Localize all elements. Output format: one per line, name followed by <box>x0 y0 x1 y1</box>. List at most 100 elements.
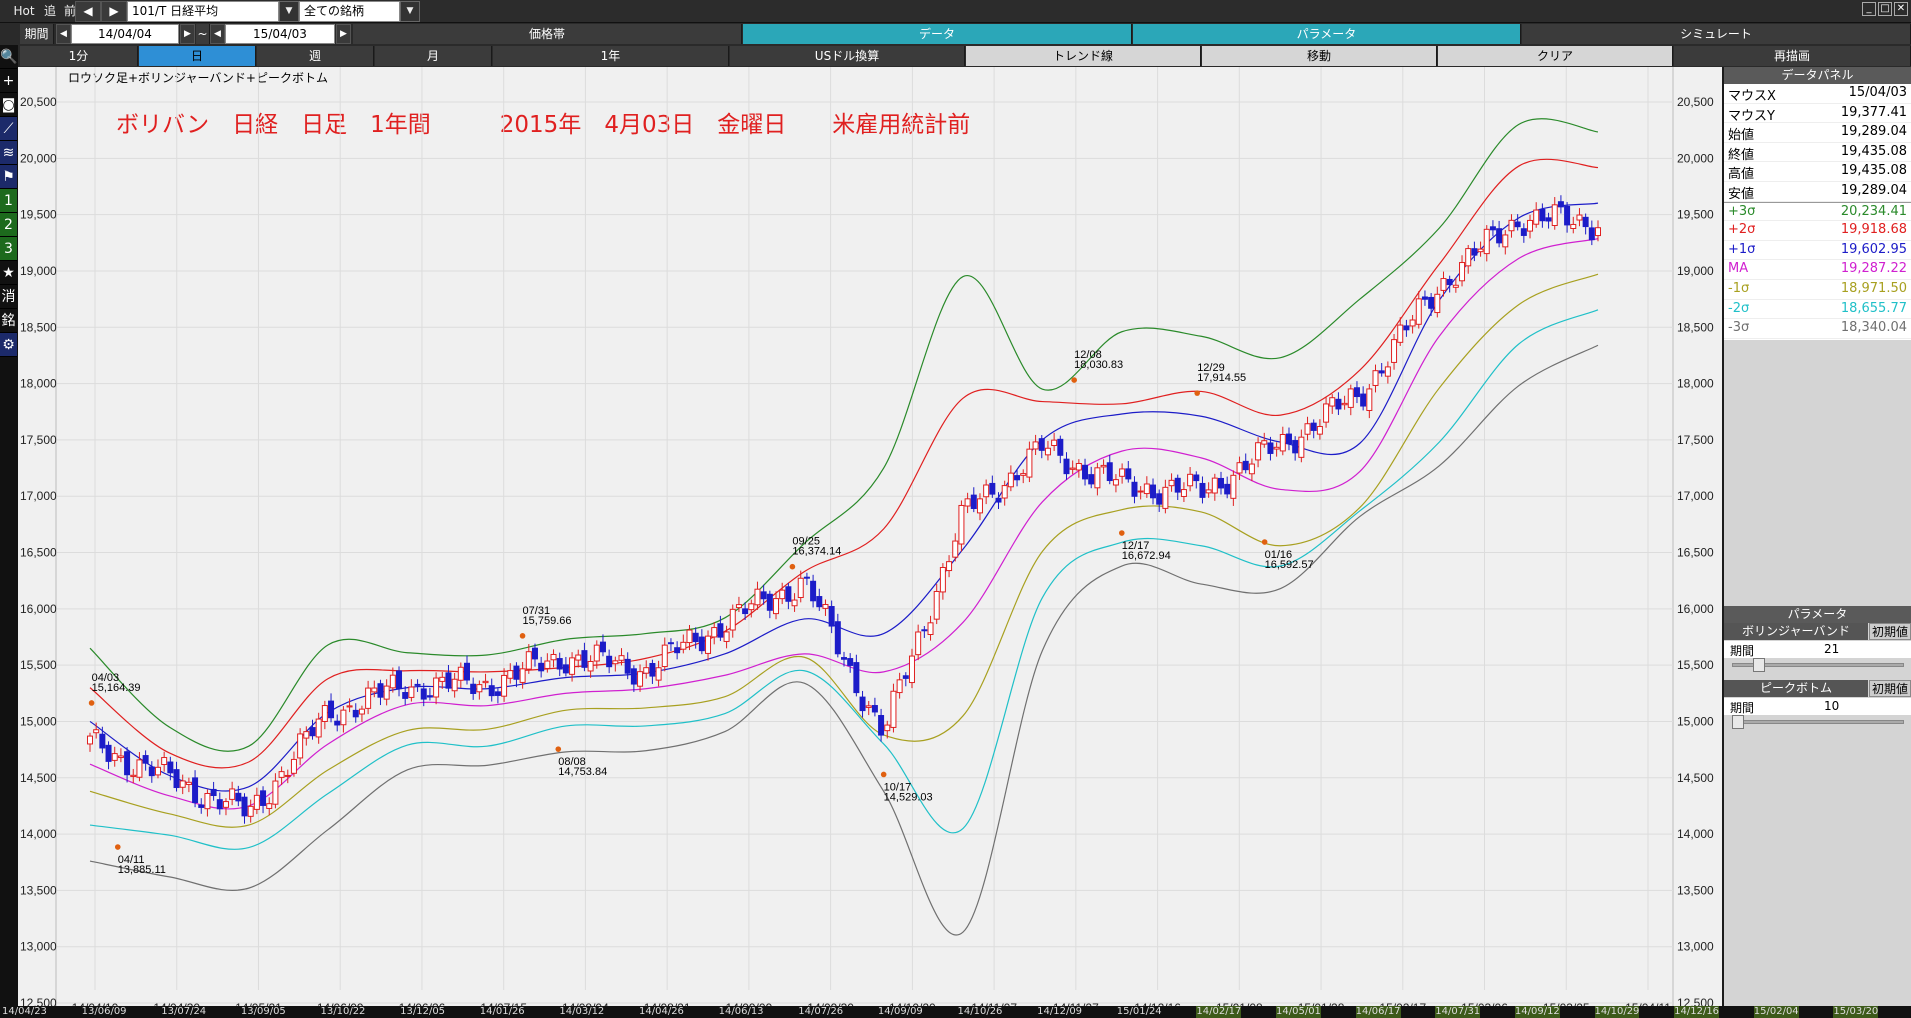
candle-body[interactable] <box>995 497 1002 503</box>
candle-body[interactable] <box>1180 489 1187 497</box>
candle-body[interactable] <box>1125 468 1132 480</box>
brand-icon[interactable]: 銘 <box>0 309 17 333</box>
range-end-right-icon[interactable]: ▶ <box>336 24 351 44</box>
candle-body[interactable] <box>1465 248 1472 267</box>
candle-body[interactable] <box>717 623 724 638</box>
candle-body[interactable] <box>1434 293 1441 314</box>
candle-body[interactable] <box>773 598 780 615</box>
candle-body[interactable] <box>865 705 872 708</box>
period-day-button[interactable]: 日 <box>139 46 256 66</box>
maximize-icon[interactable]: □ <box>1878 2 1892 16</box>
candle-body[interactable] <box>674 647 681 654</box>
candle-body[interactable] <box>426 695 433 698</box>
candle-body[interactable] <box>1044 447 1051 456</box>
tab-data[interactable]: データ <box>743 24 1132 44</box>
chevron-down-icon[interactable]: ▼ <box>279 1 299 22</box>
candle-body[interactable] <box>1088 474 1095 485</box>
candle-body[interactable] <box>1100 464 1107 468</box>
candle-body[interactable] <box>593 644 600 662</box>
tab-price-zone[interactable]: 価格帯 <box>353 24 742 44</box>
candle-body[interactable] <box>1335 398 1342 410</box>
tab-parameter[interactable]: パラメータ <box>1133 24 1521 44</box>
candle-body[interactable] <box>575 654 582 661</box>
candle-body[interactable] <box>1366 388 1373 411</box>
candle-body[interactable] <box>1459 262 1466 282</box>
candle-body[interactable] <box>1069 467 1076 470</box>
candle-body[interactable] <box>1471 248 1478 256</box>
peak-period-value[interactable]: 10 <box>1824 699 1839 713</box>
crosshair-icon[interactable]: + <box>0 69 17 93</box>
candle-body[interactable] <box>946 561 953 572</box>
redraw-button[interactable]: 再描画 <box>1674 46 1911 66</box>
candle-body[interactable] <box>624 658 631 674</box>
candle-body[interactable] <box>241 796 248 817</box>
candle-body[interactable] <box>1162 486 1169 509</box>
candle-body[interactable] <box>779 589 786 600</box>
candle-body[interactable] <box>525 651 532 670</box>
candle-body[interactable] <box>705 635 712 654</box>
candle-body[interactable] <box>927 622 934 635</box>
candle-body[interactable] <box>346 705 353 708</box>
candle-body[interactable] <box>494 691 501 696</box>
candle-body[interactable] <box>822 604 829 609</box>
candle-body[interactable] <box>667 642 674 645</box>
candle-body[interactable] <box>154 766 161 776</box>
candle-body[interactable] <box>396 670 403 690</box>
candle-body[interactable] <box>420 688 427 700</box>
candle-body[interactable] <box>754 588 761 606</box>
candle-body[interactable] <box>1026 448 1033 478</box>
candle-body[interactable] <box>161 757 168 766</box>
candle-body[interactable] <box>637 671 644 687</box>
candle-body[interactable] <box>711 627 718 638</box>
candle-body[interactable] <box>476 684 483 693</box>
candle-body[interactable] <box>1527 219 1534 232</box>
candle-body[interactable] <box>1409 319 1416 327</box>
candle-body[interactable] <box>544 660 551 669</box>
candle-body[interactable] <box>587 660 594 672</box>
candle-body[interactable] <box>878 715 885 736</box>
candle-body[interactable] <box>1582 216 1589 228</box>
range-end-left-icon[interactable]: ◀ <box>210 24 225 44</box>
candle-body[interactable] <box>921 629 928 632</box>
slot-3-icon[interactable]: 3 <box>0 237 17 261</box>
candle-body[interactable] <box>1150 484 1157 499</box>
candle-body[interactable] <box>272 780 279 805</box>
candle-body[interactable] <box>488 685 495 697</box>
candle-body[interactable] <box>871 705 878 713</box>
candle-body[interactable] <box>1156 493 1163 505</box>
candle-body[interactable] <box>581 650 588 668</box>
candle-body[interactable] <box>890 690 897 728</box>
candle-body[interactable] <box>1057 438 1064 456</box>
candle-body[interactable] <box>433 677 440 698</box>
candle-body[interactable] <box>902 675 909 679</box>
candle-body[interactable] <box>686 629 693 644</box>
candle-body[interactable] <box>1539 208 1546 222</box>
candle-body[interactable] <box>742 608 749 615</box>
candle-body[interactable] <box>328 700 335 719</box>
candle-body[interactable] <box>1378 370 1385 374</box>
clear-button[interactable]: クリア <box>1438 46 1673 66</box>
candle-body[interactable] <box>1353 387 1360 398</box>
period-month-button[interactable]: 月 <box>375 46 492 66</box>
range-start-field[interactable]: 14/04/04 <box>71 24 179 44</box>
candle-body[interactable] <box>105 744 112 762</box>
candle-body[interactable] <box>569 657 576 675</box>
candle-body[interactable] <box>1242 460 1249 471</box>
candle-body[interactable] <box>1285 433 1292 445</box>
candle-body[interactable] <box>952 540 959 558</box>
candle-body[interactable] <box>1323 403 1330 423</box>
candle-body[interactable] <box>797 577 804 599</box>
candle-body[interactable] <box>692 632 699 643</box>
candle-body[interactable] <box>111 753 118 761</box>
candle-body[interactable] <box>358 708 365 715</box>
candle-body[interactable] <box>278 771 285 778</box>
candle-body[interactable] <box>87 735 93 745</box>
candle-body[interactable] <box>451 678 458 692</box>
slot-2-icon[interactable]: 2 <box>0 213 17 237</box>
candle-body[interactable] <box>1360 393 1367 407</box>
candle-body[interactable] <box>173 769 180 789</box>
close-icon[interactable]: ✕ <box>1894 2 1908 16</box>
star-icon[interactable]: ★ <box>0 261 17 285</box>
candle-body[interactable] <box>723 631 730 642</box>
trend-line-icon[interactable]: ⟋ <box>0 117 17 141</box>
